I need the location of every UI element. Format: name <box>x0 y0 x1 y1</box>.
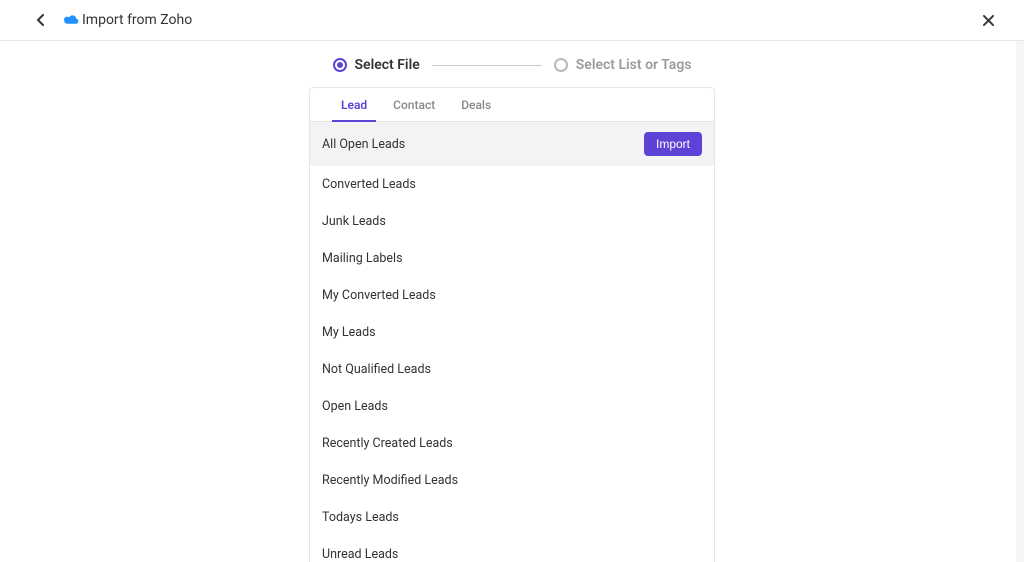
back-button[interactable] <box>30 10 50 30</box>
step-connector <box>432 65 542 66</box>
list-item-label: Not Qualified Leads <box>322 362 431 377</box>
tab-label: Lead <box>341 98 367 112</box>
cloud-icon <box>62 13 80 27</box>
list-item[interactable]: Converted Leads <box>310 166 714 203</box>
radio-inactive-icon <box>554 58 568 72</box>
import-button[interactable]: Import <box>644 132 702 156</box>
list-item[interactable]: Mailing Labels <box>310 240 714 277</box>
stepper: Select File Select List or Tags <box>0 41 1024 87</box>
modal-header: Import from Zoho <box>0 0 1024 41</box>
list-item[interactable]: Todays Leads <box>310 499 714 536</box>
lead-lists: All Open Leads Import Converted Leads Junk … <box>310 122 714 562</box>
list-item[interactable]: All Open Leads Import <box>310 122 714 166</box>
list-item-label: Recently Modified Leads <box>322 473 458 488</box>
chevron-left-icon <box>36 14 44 26</box>
list-item[interactable]: My Converted Leads <box>310 277 714 314</box>
list-item-label: Open Leads <box>322 399 388 414</box>
list-item-label: Unread Leads <box>322 547 398 562</box>
tab-label: Contact <box>393 98 435 112</box>
list-item[interactable]: Junk Leads <box>310 203 714 240</box>
modal-content: Select File Select List or Tags Lead Con… <box>0 41 1024 562</box>
list-item-label: All Open Leads <box>322 137 405 152</box>
modal-title: Import from Zoho <box>82 12 192 28</box>
tab-label: Deals <box>461 98 491 112</box>
list-item[interactable]: My Leads <box>310 314 714 351</box>
list-item[interactable]: Unread Leads <box>310 536 714 562</box>
step-select-list-or-tags[interactable]: Select List or Tags <box>554 57 692 73</box>
close-button[interactable] <box>980 12 996 28</box>
list-item-label: Junk Leads <box>322 214 386 229</box>
step-select-file[interactable]: Select File <box>333 57 420 73</box>
radio-active-icon <box>333 58 347 72</box>
tab-lead[interactable]: Lead <box>328 88 380 121</box>
scrollbar[interactable] <box>1016 41 1024 562</box>
tab-contact[interactable]: Contact <box>380 88 448 121</box>
list-item-label: My Converted Leads <box>322 288 436 303</box>
list-item[interactable]: Recently Created Leads <box>310 425 714 462</box>
list-item[interactable]: Not Qualified Leads <box>310 351 714 388</box>
step-label: Select File <box>355 57 420 73</box>
list-item-label: Todays Leads <box>322 510 399 525</box>
close-icon <box>983 15 994 26</box>
list-item-label: My Leads <box>322 325 376 340</box>
list-item[interactable]: Recently Modified Leads <box>310 462 714 499</box>
list-item[interactable]: Open Leads <box>310 388 714 425</box>
list-item-label: Mailing Labels <box>322 251 403 266</box>
tab-deals[interactable]: Deals <box>448 88 504 121</box>
step-label: Select List or Tags <box>576 57 692 73</box>
list-item-label: Converted Leads <box>322 177 416 192</box>
file-selection-panel: Lead Contact Deals All Open Leads Import C… <box>309 87 715 562</box>
tab-bar: Lead Contact Deals <box>310 88 714 122</box>
list-item-label: Recently Created Leads <box>322 436 453 451</box>
